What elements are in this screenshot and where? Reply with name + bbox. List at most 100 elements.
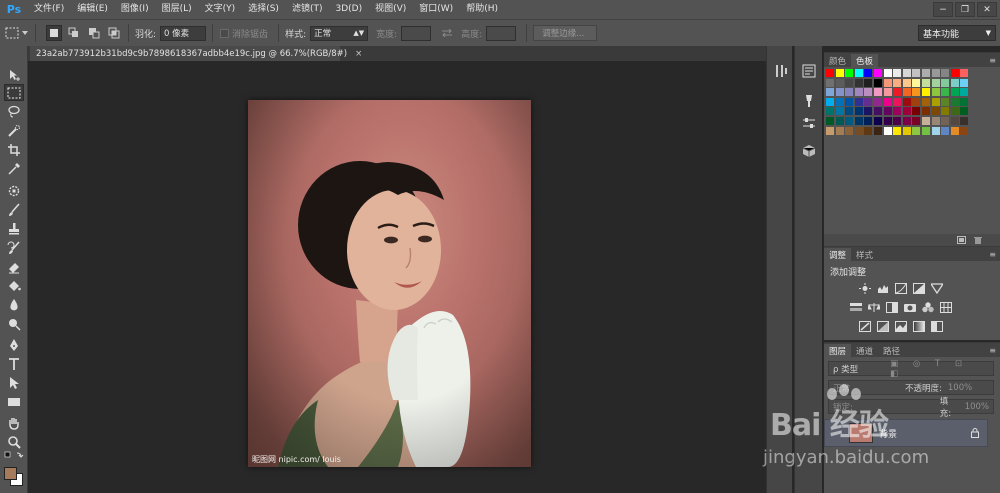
swatch[interactable] xyxy=(883,126,892,135)
swatch[interactable] xyxy=(960,107,969,116)
swatch[interactable] xyxy=(950,97,959,106)
menu-item[interactable]: 选择(S) xyxy=(242,0,286,19)
swatch[interactable] xyxy=(854,69,863,77)
panel-menu-icon[interactable]: ≡ xyxy=(989,250,996,259)
document-tab[interactable]: 23a2ab773912b31bd9c9b7898618367adbb4e19c… xyxy=(30,46,362,61)
swatch[interactable] xyxy=(883,117,892,125)
swatch[interactable] xyxy=(922,117,930,125)
layer-filter-row[interactable]: ρ 类型 ▣ ◎ T ⊡ ◧ xyxy=(828,359,994,379)
swatch[interactable] xyxy=(960,69,969,77)
swatch[interactable] xyxy=(854,78,863,87)
hue-saturation-icon[interactable] xyxy=(850,302,862,313)
swatch[interactable] xyxy=(826,69,834,77)
swatch[interactable] xyxy=(912,97,921,106)
menu-item[interactable]: 编辑(E) xyxy=(71,0,115,19)
photo-filter-icon[interactable] xyxy=(904,302,916,313)
foreground-color-swatch[interactable] xyxy=(4,467,17,480)
subtract-from-selection-icon[interactable] xyxy=(86,25,102,41)
dropdown-arrow-icon[interactable] xyxy=(21,25,29,41)
swatch[interactable] xyxy=(960,88,969,97)
vibrance-icon[interactable] xyxy=(931,283,943,294)
swatch[interactable] xyxy=(902,69,911,77)
brush-tool-icon[interactable] xyxy=(4,201,24,218)
swatch[interactable] xyxy=(874,126,882,135)
swatch[interactable] xyxy=(960,97,969,106)
swatch[interactable] xyxy=(912,78,921,87)
swatch[interactable] xyxy=(874,97,882,106)
paint-bucket-tool-icon[interactable] xyxy=(4,277,24,294)
curves-icon[interactable] xyxy=(895,283,907,294)
swatch[interactable] xyxy=(922,107,930,116)
panel-menu-icon[interactable]: ≡ xyxy=(989,56,996,65)
crop-tool-icon[interactable] xyxy=(4,141,24,158)
path-selection-tool-icon[interactable] xyxy=(4,374,24,391)
color-lookup-icon[interactable] xyxy=(940,302,952,313)
brush-preset-icon[interactable] xyxy=(800,92,818,110)
swatch[interactable] xyxy=(950,126,959,135)
history-icon[interactable] xyxy=(772,62,790,80)
workspace-select[interactable]: 基本功能 ▼ xyxy=(918,25,996,41)
close-tab-icon[interactable]: × xyxy=(355,49,362,59)
swatch[interactable] xyxy=(883,69,892,77)
add-to-selection-icon[interactable] xyxy=(66,25,82,41)
swatch[interactable] xyxy=(950,107,959,116)
swap-colors-icon[interactable] xyxy=(4,450,24,462)
minimize-button[interactable]: − xyxy=(933,2,953,17)
history-brush-tool-icon[interactable] xyxy=(4,239,24,256)
swatch[interactable] xyxy=(826,107,834,116)
swatch[interactable] xyxy=(893,78,902,87)
tab-channels[interactable]: 通道 xyxy=(851,344,878,357)
intersect-selection-icon[interactable] xyxy=(106,25,122,41)
swatch[interactable] xyxy=(893,107,902,116)
swatch[interactable] xyxy=(826,97,834,106)
rectangle-tool-icon[interactable] xyxy=(4,393,24,410)
swatch[interactable] xyxy=(893,117,902,125)
swatch[interactable] xyxy=(960,126,969,135)
swatch[interactable] xyxy=(912,88,921,97)
marquee-tool-preset-icon[interactable] xyxy=(4,25,20,41)
swatch[interactable] xyxy=(826,117,834,125)
swatch[interactable] xyxy=(864,69,873,77)
gradient-map-icon[interactable] xyxy=(913,321,925,332)
swatch[interactable] xyxy=(893,97,902,106)
swatch[interactable] xyxy=(893,69,902,77)
feather-input[interactable]: 0 像素 xyxy=(160,25,207,41)
swatch[interactable] xyxy=(941,126,950,135)
swatch[interactable] xyxy=(922,88,930,97)
canvas-area[interactable]: 昵图网 nipic.com/ louis xyxy=(28,61,766,493)
swatch[interactable] xyxy=(864,117,873,125)
tool-presets-icon[interactable] xyxy=(800,114,818,132)
swatch[interactable] xyxy=(950,88,959,97)
swatch[interactable] xyxy=(922,69,930,77)
swatch[interactable] xyxy=(883,107,892,116)
swatch[interactable] xyxy=(931,69,940,77)
swatch[interactable] xyxy=(874,88,882,97)
swatch[interactable] xyxy=(902,78,911,87)
menu-item[interactable]: 3D(D) xyxy=(329,0,369,19)
swatch[interactable] xyxy=(874,107,882,116)
threshold-icon[interactable] xyxy=(895,321,907,332)
swatch[interactable] xyxy=(902,117,911,125)
zoom-tool-icon[interactable] xyxy=(4,433,24,450)
exposure-icon[interactable] xyxy=(913,283,925,294)
swap-dimensions-icon[interactable] xyxy=(439,25,455,41)
swatch[interactable] xyxy=(912,117,921,125)
swatch[interactable] xyxy=(864,97,873,106)
color-balance-icon[interactable] xyxy=(868,302,880,313)
restore-button[interactable]: ❐ xyxy=(955,2,975,17)
swatch[interactable] xyxy=(931,78,940,87)
swatch[interactable] xyxy=(902,97,911,106)
swatch[interactable] xyxy=(893,88,902,97)
swatch[interactable] xyxy=(941,97,950,106)
menu-item[interactable]: 帮助(H) xyxy=(460,0,505,19)
refine-edge-button[interactable]: 调整边缘... xyxy=(533,25,598,41)
levels-icon[interactable] xyxy=(877,283,889,294)
opacity-input[interactable]: 100% xyxy=(948,383,972,393)
swatch[interactable] xyxy=(902,126,911,135)
swatch[interactable] xyxy=(883,97,892,106)
tab-paths[interactable]: 路径 xyxy=(878,344,905,357)
swatch[interactable] xyxy=(931,126,940,135)
layer-filter-select[interactable]: ρ 类型 xyxy=(833,363,880,375)
swatch[interactable] xyxy=(941,117,950,125)
swatch[interactable] xyxy=(854,88,863,97)
